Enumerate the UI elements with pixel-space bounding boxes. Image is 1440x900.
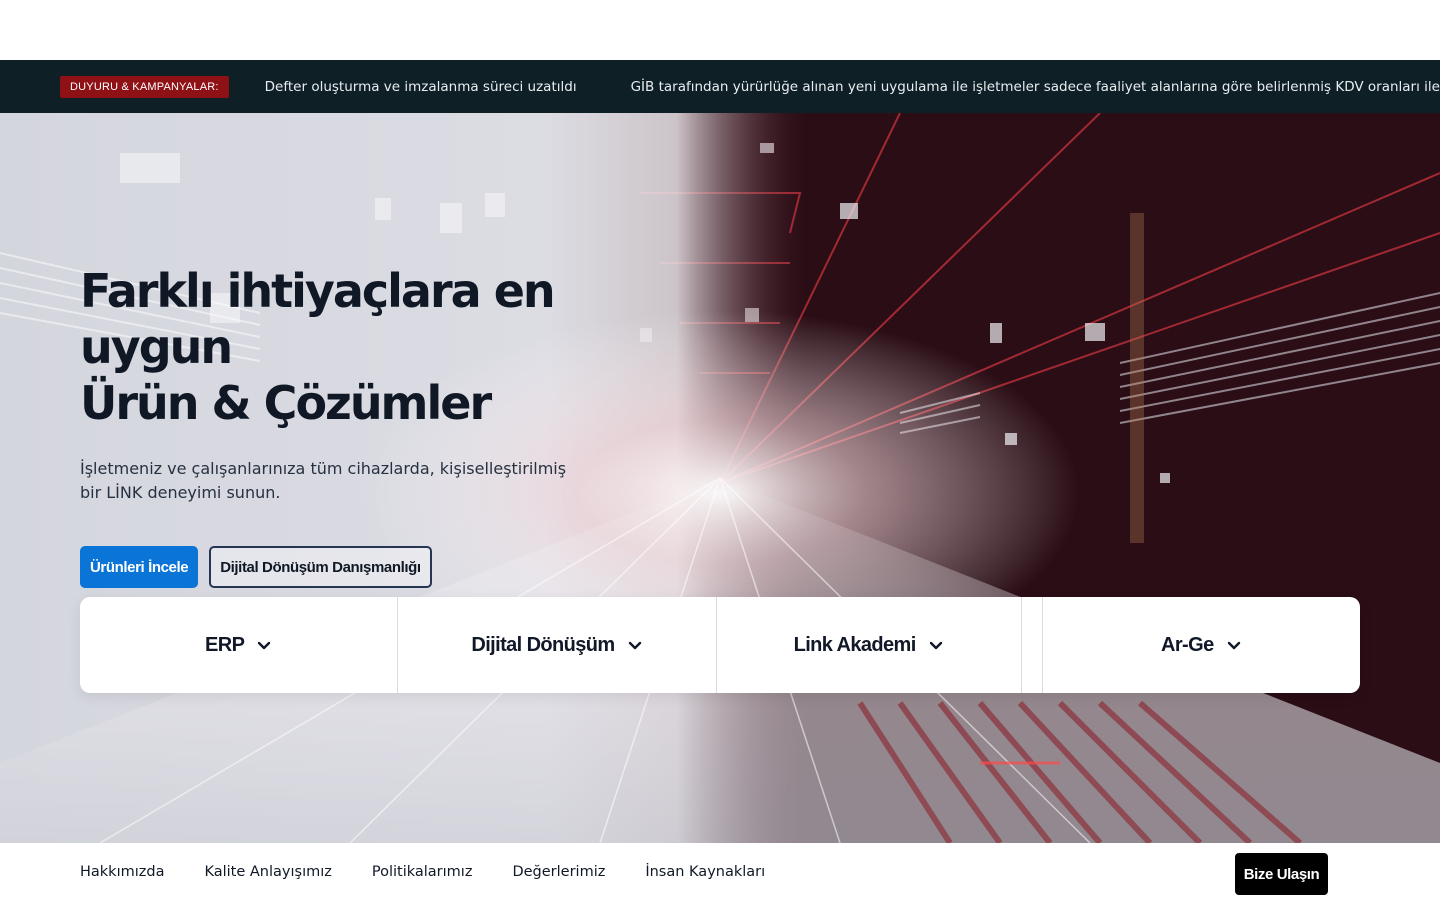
browse-products-button[interactable]: Ürünleri İncele [80,546,199,588]
announcement-badge: DUYURU & KAMPANYALAR: [60,75,229,98]
category-ar-ge[interactable]: Ar-Ge [1043,597,1360,693]
category-bar: ERP Dijital Dönüşüm Link Akademi Ar-Ge [80,597,1360,693]
hero-title: Farklı ihtiyaçlara en uygun Ürün & Çözüm… [80,263,640,431]
category-erp[interactable]: ERP [80,597,399,693]
announcement-ticker: DUYURU & KAMPANYALAR: Defter oluşturma v… [0,60,1440,113]
top-header [0,0,1440,60]
chevron-down-icon [628,641,641,650]
hero-content: Farklı ihtiyaçlara en uygun Ürün & Çözüm… [80,263,640,588]
nav-link-quality[interactable]: Kalite Anlayışımız [204,864,331,880]
hero-title-line: Ürün & Çözümler [80,376,492,430]
chevron-down-icon [929,641,942,650]
category-label: ERP [205,633,245,656]
bottom-nav: Hakkımızda Kalite Anlayışımız Politikala… [0,843,1440,900]
category-label: Link Akademi [793,633,917,656]
nav-link-policies[interactable]: Politikalarımız [372,864,473,880]
category-link-akademi[interactable]: Link Akademi [717,597,1022,693]
hero-buttons: Ürünleri İncele Dijital Dönüşüm Danışman… [80,546,640,588]
digital-transformation-consulting-button[interactable]: Dijital Dönüşüm Danışmanlığı [209,546,432,588]
chevron-down-icon [258,641,271,650]
hero-section: Farklı ihtiyaçlara en uygun Ürün & Çözüm… [0,113,1440,843]
nav-link-human-resources[interactable]: İnsan Kaynakları [645,864,765,880]
category-divider [1022,597,1043,693]
chevron-down-icon [1227,641,1240,650]
category-label: Dijital Dönüşüm [471,633,615,656]
hero-subtitle: İşletmeniz ve çalışanlarınıza tüm cihazl… [80,459,567,502]
nav-link-about[interactable]: Hakkımızda [80,864,164,880]
contact-button[interactable]: Bize Ulaşın [1235,853,1328,895]
category-digital-transformation[interactable]: Dijital Dönüşüm [398,597,717,693]
announcement-item[interactable]: Defter oluşturma ve imzalanma süreci uza… [265,79,577,95]
announcement-item[interactable]: GİB tarafından yürürlüğe alınan yeni uyg… [631,79,1440,95]
nav-link-values[interactable]: Değerlerimiz [512,864,605,880]
category-label: Ar-Ge [1161,633,1214,656]
hero-title-line: Farklı ihtiyaçlara en uygun [80,264,556,374]
